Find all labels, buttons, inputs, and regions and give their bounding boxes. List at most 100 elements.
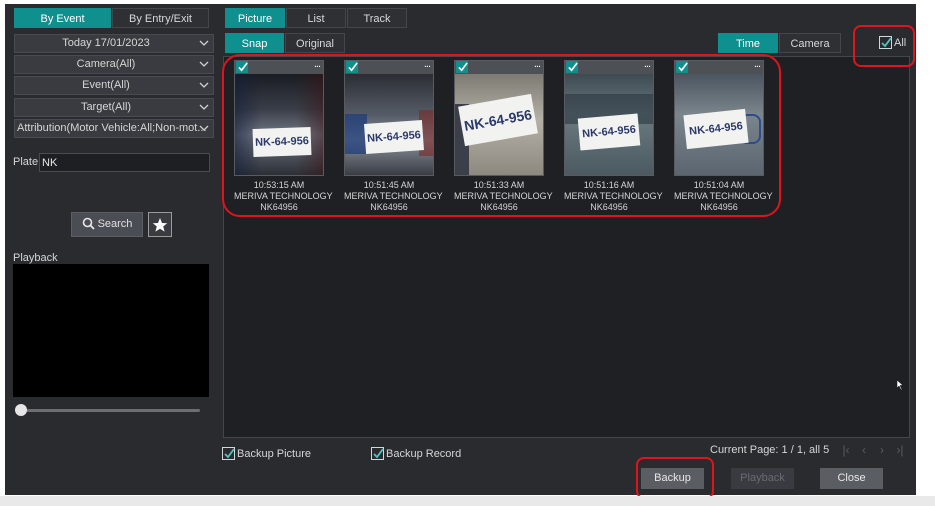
search-button[interactable]: Search bbox=[71, 212, 143, 237]
result-camera: MERIVA TECHNOLOGY bbox=[674, 191, 773, 201]
plate-photo: NK-64-956 bbox=[675, 74, 763, 175]
plate-photo: NK-64-956 bbox=[565, 74, 653, 175]
checkbox-icon[interactable] bbox=[676, 61, 688, 73]
tab-snap[interactable]: Snap bbox=[225, 33, 284, 53]
snapshot-thumbnail[interactable]: ... NK-64-956 bbox=[344, 58, 434, 176]
tab-picture[interactable]: Picture bbox=[225, 8, 285, 28]
more-options-icon[interactable]: ... bbox=[534, 58, 541, 70]
result-camera: MERIVA TECHNOLOGY bbox=[454, 191, 553, 201]
result-plate: NK64956 bbox=[370, 202, 408, 212]
select-all-checkbox[interactable]: All bbox=[879, 36, 906, 49]
thumbnail-header: ... bbox=[565, 58, 653, 74]
thumbnail-header: ... bbox=[455, 58, 543, 74]
more-options-icon[interactable]: ... bbox=[644, 58, 651, 70]
backup-picture-label: Backup Picture bbox=[237, 447, 311, 460]
backup-record-checkbox[interactable]: Backup Record bbox=[371, 447, 461, 460]
result-time: 10:51:16 AM bbox=[583, 180, 635, 190]
tab-sort-time[interactable]: Time bbox=[718, 33, 778, 53]
target-select-value: Target(All) bbox=[80, 101, 132, 113]
snapshot-thumbnail[interactable]: ... NK-64-956 bbox=[454, 58, 544, 176]
search-icon bbox=[82, 217, 95, 230]
thumbnail-header: ... bbox=[675, 58, 763, 74]
camera-select-value: Camera(All) bbox=[76, 58, 136, 70]
result-camera: MERIVA TECHNOLOGY bbox=[344, 191, 443, 201]
first-page-icon[interactable]: |‹ bbox=[837, 443, 855, 457]
event-select[interactable]: Event(All) bbox=[14, 76, 214, 95]
playback-slider-track[interactable] bbox=[19, 409, 200, 412]
chevron-down-icon bbox=[199, 77, 209, 94]
plate-input[interactable] bbox=[39, 153, 210, 172]
star-icon bbox=[152, 218, 168, 232]
last-page-icon[interactable]: ›| bbox=[891, 443, 909, 457]
result-card[interactable]: ... NK-64-956 10:51:16 AM MERIVA TECHNOL… bbox=[564, 58, 663, 213]
result-time: 10:53:15 AM bbox=[253, 180, 305, 190]
plate-label: Plate bbox=[13, 156, 39, 168]
chevron-down-icon bbox=[199, 99, 209, 116]
tab-by-event[interactable]: By Event bbox=[14, 8, 111, 28]
date-select-value: Today 17/01/2023 bbox=[62, 37, 150, 49]
license-plate-image: NK-64-956 bbox=[364, 120, 424, 154]
snapshot-thumbnail[interactable]: ... NK-64-956 bbox=[564, 58, 654, 176]
select-all-label: All bbox=[894, 36, 907, 49]
result-plate: NK64956 bbox=[700, 202, 738, 212]
result-plate: NK64956 bbox=[260, 202, 298, 212]
playback-button[interactable]: Playback bbox=[731, 468, 794, 489]
more-options-icon[interactable]: ... bbox=[424, 58, 431, 70]
checkbox-icon bbox=[222, 447, 235, 460]
snapshot-thumbnail[interactable]: ... NK-64-956 bbox=[674, 58, 764, 176]
date-select[interactable]: Today 17/01/2023 bbox=[14, 34, 214, 53]
playback-slider-handle[interactable] bbox=[15, 404, 27, 416]
plate-photo: NK-64-956 bbox=[345, 74, 433, 175]
playback-video bbox=[13, 264, 209, 397]
backup-record-label: Backup Record bbox=[386, 447, 462, 460]
attribution-select-value: Attribution(Motor Vehicle:All;Non-mot... bbox=[17, 122, 207, 134]
page-indicator: Current Page: 1 / 1, all 5 bbox=[710, 444, 830, 456]
result-time: 10:51:45 AM bbox=[363, 180, 415, 190]
search-button-label: Search bbox=[97, 218, 133, 230]
close-button[interactable]: Close bbox=[820, 468, 883, 489]
result-card[interactable]: ... NK-64-956 10:53:15 AM MERIVA TECHNOL… bbox=[234, 58, 333, 213]
mouse-pointer-icon bbox=[896, 379, 905, 393]
thumbnail-header: ... bbox=[345, 58, 433, 74]
backup-picture-checkbox[interactable]: Backup Picture bbox=[222, 447, 311, 460]
plate-photo: NK-64-956 bbox=[455, 74, 543, 175]
search-window: By Event By Entry/Exit Picture List Trac… bbox=[5, 4, 916, 495]
result-time: 10:51:04 AM bbox=[693, 180, 745, 190]
tab-sort-camera[interactable]: Camera bbox=[779, 33, 841, 53]
more-options-icon[interactable]: ... bbox=[754, 58, 761, 70]
backup-button[interactable]: Backup bbox=[641, 468, 704, 489]
chevron-down-icon bbox=[199, 56, 209, 73]
playback-label: Playback bbox=[13, 252, 58, 264]
checkbox-icon bbox=[371, 447, 384, 460]
pager-controls: |‹ ‹ › ›| bbox=[837, 443, 909, 457]
license-plate-image: NK-64-956 bbox=[458, 93, 538, 147]
license-plate-image: NK-64-956 bbox=[252, 126, 312, 158]
tab-by-entry-exit[interactable]: By Entry/Exit bbox=[112, 8, 209, 28]
target-select[interactable]: Target(All) bbox=[14, 98, 214, 117]
checkbox-icon[interactable] bbox=[456, 61, 468, 73]
camera-select[interactable]: Camera(All) bbox=[14, 55, 214, 74]
tab-original[interactable]: Original bbox=[285, 33, 345, 53]
checkbox-icon[interactable] bbox=[236, 61, 248, 73]
result-card[interactable]: ... NK-64-956 10:51:45 AM MERIVA TECHNOL… bbox=[344, 58, 443, 213]
license-plate-image: NK-64-956 bbox=[683, 108, 749, 150]
result-card[interactable]: ... NK-64-956 10:51:04 AM MERIVA TECHNOL… bbox=[674, 58, 773, 213]
next-page-icon[interactable]: › bbox=[873, 443, 891, 457]
thumbnail-header: ... bbox=[235, 58, 323, 74]
result-card[interactable]: ... NK-64-956 10:51:33 AM MERIVA TECHNOL… bbox=[454, 58, 553, 213]
tab-track[interactable]: Track bbox=[347, 8, 407, 28]
bottom-strip bbox=[0, 496, 935, 506]
license-plate-image: NK-64-956 bbox=[577, 113, 641, 151]
snapshot-thumbnail[interactable]: ... NK-64-956 bbox=[234, 58, 324, 176]
result-camera: MERIVA TECHNOLOGY bbox=[564, 191, 663, 201]
prev-page-icon[interactable]: ‹ bbox=[855, 443, 873, 457]
plate-photo: NK-64-956 bbox=[235, 74, 323, 175]
more-options-icon[interactable]: ... bbox=[314, 58, 321, 70]
event-select-value: Event(All) bbox=[82, 79, 130, 91]
favorite-button[interactable] bbox=[148, 212, 172, 237]
checkbox-icon[interactable] bbox=[566, 61, 578, 73]
checkbox-icon[interactable] bbox=[346, 61, 358, 73]
chevron-down-icon bbox=[199, 120, 209, 137]
attribution-select[interactable]: Attribution(Motor Vehicle:All;Non-mot... bbox=[14, 119, 214, 138]
tab-list[interactable]: List bbox=[286, 8, 346, 28]
